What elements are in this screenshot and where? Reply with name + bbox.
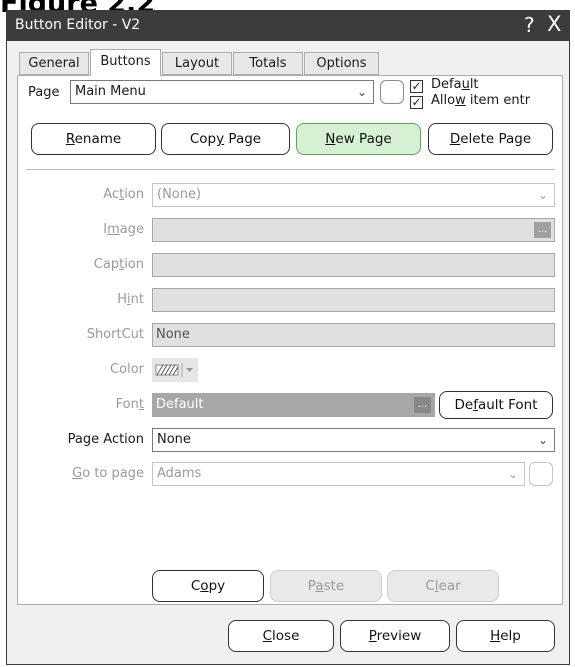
close-window-button[interactable]: X [547,12,561,36]
window-title: Button Editor - V2 [15,17,141,33]
delete-page-button[interactable]: Delete Page [428,123,553,155]
paste-button[interactable]: Paste [270,570,382,602]
chevron-down-icon: ⌄ [507,467,518,481]
font-value: Default [156,397,204,412]
page-color-button[interactable] [380,80,404,104]
font-label: Font [115,397,144,412]
font-browse-button[interactable]: ... [414,397,431,413]
page-select-value: Main Menu [75,84,146,99]
chevron-down-icon: ⌄ [356,85,367,99]
go-to-page-label: Go to page [72,466,144,481]
allow-item-entry-checkbox[interactable]: ✓ [410,96,423,109]
default-checkbox-label: Default [431,77,479,92]
hint-label: Hint [117,292,144,307]
shortcut-label: ShortCut [86,327,144,342]
chevron-down-icon: ⌄ [537,188,548,202]
close-button[interactable]: Close [228,620,334,652]
tab-layout[interactable]: Layout [162,52,232,75]
color-label: Color [110,362,144,377]
preview-button[interactable]: Preview [340,620,450,652]
tab-general[interactable]: General [19,52,89,75]
caption-label: Caption [93,257,144,272]
shortcut-value: None [156,327,190,342]
action-select-value: (None) [157,187,202,202]
action-label: Action [103,187,144,202]
page-action-select[interactable]: None ⌄ [152,428,555,452]
copy-button[interactable]: Copy [152,570,264,602]
copy-page-button[interactable]: Copy Page [161,123,290,155]
tab-buttons[interactable]: Buttons [90,49,161,76]
go-to-page-value: Adams [157,466,202,481]
image-label: Image [103,222,144,237]
go-to-page-select[interactable]: Adams ⌄ [152,462,525,486]
check-icon: ✓ [411,95,422,109]
default-font-button[interactable]: Default Font [439,391,553,419]
shortcut-field[interactable]: None [152,323,555,347]
help-button[interactable]: Help [456,620,555,652]
chevron-down-icon: ⌄ [537,433,548,447]
title-bar[interactable]: Button Editor - V2 ? X [7,11,569,41]
ellipsis-icon: ... [417,399,428,410]
color-picker[interactable] [152,358,198,382]
page-action-value: None [157,432,191,447]
image-browse-button[interactable]: ... [534,222,551,238]
action-select[interactable]: (None) ⌄ [152,183,555,207]
buttons-tab-panel: Page Main Menu ⌄ ✓ Default ✓ Allow item … [17,75,563,605]
new-page-button[interactable]: New Page [296,123,421,155]
ellipsis-icon: ... [537,224,548,235]
check-icon: ✓ [411,79,422,93]
section-divider [26,169,555,170]
button-editor-dialog: Button Editor - V2 ? X General Buttons L… [6,10,570,665]
default-checkbox[interactable]: ✓ [410,80,423,93]
font-field[interactable]: Default ... [152,393,435,417]
hint-field[interactable] [152,288,555,312]
tab-totals[interactable]: Totals [233,52,303,75]
page-label: Page [28,85,60,100]
clear-button[interactable]: Clear [387,570,499,602]
allow-item-entry-label: Allow item entr [431,93,531,108]
page-select[interactable]: Main Menu ⌄ [70,80,374,104]
image-field[interactable]: ... [152,218,555,242]
go-to-page-color-button[interactable] [529,462,553,486]
rename-button[interactable]: Rename [31,123,156,155]
help-title-button[interactable]: ? [524,13,535,37]
page-action-label: Page Action [67,432,144,447]
tab-options[interactable]: Options [304,52,379,75]
caption-field[interactable] [152,253,555,277]
hatch-swatch-icon [152,358,198,382]
